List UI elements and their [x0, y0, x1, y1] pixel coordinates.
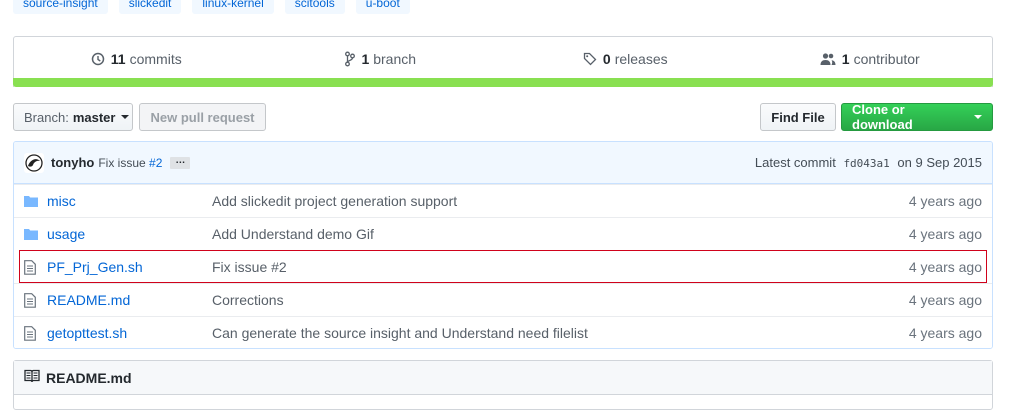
folder-icon [24, 228, 40, 240]
commit-message-text[interactable]: Fix issue [98, 156, 145, 170]
file-age: 4 years ago [908, 259, 982, 275]
latest-commit-bar: tonyho Fix issue #2 … Latest commit fd04… [14, 142, 992, 184]
language-bar[interactable] [13, 78, 993, 87]
file-row: usage Add Understand demo Gif 4 years ag… [14, 217, 992, 250]
topic-tag[interactable]: linux-kernel [192, 0, 274, 14]
releases-label: releases [614, 50, 668, 67]
latest-commit-label: Latest commit [754, 155, 836, 170]
topic-tag[interactable]: u-boot [355, 0, 410, 14]
commit-issue-link[interactable]: #2 [149, 156, 162, 170]
file-row: getopttest.sh Can generate the source in… [14, 316, 992, 348]
releases-count: 0 [602, 50, 611, 67]
contributors-link[interactable]: 1 contributor [748, 37, 993, 80]
file-commit-message[interactable]: Add slickedit project generation support [212, 193, 909, 209]
clone-label: Clone or download [852, 102, 913, 132]
file-icon [24, 259, 40, 275]
chevron-down-icon [974, 115, 982, 119]
contributors-count: 1 [841, 50, 850, 67]
file-commit-message[interactable]: Add Understand demo Gif [212, 226, 909, 242]
avatar[interactable] [24, 152, 44, 173]
find-file-button[interactable]: Find File [760, 103, 836, 131]
new-pull-request-button[interactable]: New pull request [139, 103, 266, 131]
branch-select-button[interactable]: Branch: master [13, 103, 133, 131]
branches-label: branch [373, 50, 417, 67]
branches-link[interactable]: 1 branch [259, 37, 504, 80]
file-commit-message[interactable]: Fix issue #2 [212, 259, 909, 275]
topic-tag[interactable]: source-insight [13, 0, 108, 14]
readme-title[interactable]: README.md [46, 370, 132, 386]
file-icon [24, 325, 40, 341]
people-icon [820, 51, 836, 67]
readme-header: README.md [14, 361, 992, 395]
file-row-highlighted: PF_Prj_Gen.sh Fix issue #2 4 years ago [19, 250, 987, 283]
branch-label: Branch: [24, 109, 69, 125]
book-icon [24, 369, 46, 386]
file-name-link[interactable]: README.md [47, 292, 212, 308]
contributors-label: contributor [853, 50, 920, 67]
topic-tag[interactable]: scitools [284, 0, 345, 14]
releases-link[interactable]: 0 releases [503, 37, 748, 80]
commits-label: commits [129, 50, 182, 67]
clone-download-button[interactable]: Clone or download [841, 102, 993, 132]
file-commit-message[interactable]: Corrections [212, 292, 909, 308]
file-commit-message[interactable]: Can generate the source insight and Unde… [212, 325, 909, 341]
file-age: 4 years ago [908, 193, 982, 209]
file-name-link[interactable]: PF_Prj_Gen.sh [47, 259, 212, 275]
file-row: misc Add slickedit project generation su… [14, 184, 992, 217]
commits-count: 11 [110, 50, 126, 67]
commit-message: Fix issue #2 [98, 156, 162, 170]
folder-icon [24, 195, 40, 207]
branches-count: 1 [361, 50, 370, 67]
file-name-link[interactable]: usage [47, 226, 212, 242]
file-age: 4 years ago [908, 325, 982, 341]
chevron-down-icon [121, 115, 130, 119]
file-row: README.md Corrections 4 years ago [14, 283, 992, 316]
file-name-link[interactable]: misc [47, 193, 212, 209]
commit-sha[interactable]: fd043a1 [843, 157, 889, 170]
topic-list: source-insight slickedit linux-kernel sc… [13, 0, 410, 14]
branch-icon [345, 51, 356, 67]
file-table: tonyho Fix issue #2 … Latest commit fd04… [13, 141, 993, 349]
history-icon [91, 51, 105, 67]
commit-date: on 9 Sep 2015 [897, 155, 982, 170]
commit-author[interactable]: tonyho [51, 155, 94, 170]
file-icon [24, 292, 40, 308]
tag-icon [583, 51, 597, 67]
topic-tag[interactable]: slickedit [118, 0, 182, 14]
file-age: 4 years ago [908, 226, 982, 242]
branch-value: master [72, 109, 116, 125]
commits-link[interactable]: 11 commits [14, 37, 259, 80]
file-name-link[interactable]: getopttest.sh [47, 325, 212, 341]
expand-commit-button[interactable]: … [170, 155, 191, 169]
file-age: 4 years ago [908, 292, 982, 308]
latest-commit-info: Latest commit fd043a1 on 9 Sep 2015 [755, 155, 982, 170]
